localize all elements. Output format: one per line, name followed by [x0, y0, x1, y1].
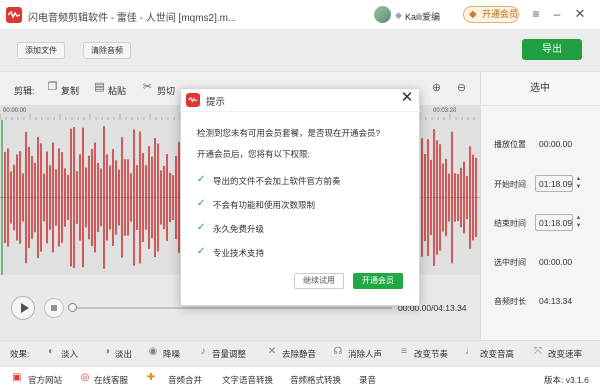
window-title: 闪电音频剪辑软件 - 雷佳 - 人世间 [mqms2].m...	[28, 13, 237, 24]
avatar[interactable]	[374, 6, 391, 23]
user-level-icon: ◆	[395, 10, 402, 20]
feature-item: 永久免费升级	[213, 224, 265, 234]
open-vip-button[interactable]: 开通会员	[353, 273, 403, 289]
dialog-logo-icon	[186, 93, 200, 107]
dialog-message: 检测到您未有可用会员套餐，是否现在开通会员?	[197, 128, 381, 138]
check-icon: ✓	[197, 198, 206, 209]
check-icon: ✓	[197, 246, 206, 257]
feature-item: 不会有功能和使用次数限制	[213, 200, 316, 210]
support-link[interactable]: 在线客服	[94, 374, 128, 386]
user-name[interactable]: Kaili爱编	[405, 10, 440, 23]
record-link[interactable]: 录音	[359, 374, 376, 386]
dialog-privileges-intro: 开通会员后，您将有以下权限:	[197, 149, 310, 159]
support-icon[interactable]: ◎	[79, 372, 91, 384]
check-icon: ✓	[197, 174, 206, 185]
check-icon: ✓	[197, 222, 206, 233]
website-icon[interactable]: ▣	[11, 372, 23, 384]
vip-button[interactable]: ◆ 开通会员	[463, 6, 519, 23]
tts-link[interactable]: 文字语音转换	[222, 374, 273, 386]
merge-link[interactable]: 音频合并	[168, 374, 202, 386]
continue-trial-button[interactable]: 继续试用	[294, 273, 344, 289]
merge-icon[interactable]: ✚	[145, 372, 157, 384]
app-logo-icon	[6, 7, 22, 23]
close-icon[interactable]: ✕	[400, 90, 414, 105]
menu-icon[interactable]: ≡	[528, 6, 544, 22]
diamond-icon: ◆	[469, 9, 477, 20]
minimize-icon[interactable]: –	[549, 6, 565, 22]
close-window-icon[interactable]: ✕	[572, 6, 588, 22]
version-label: 版本: v3.1.6	[544, 375, 589, 385]
dialog-title: 提示	[206, 97, 226, 108]
feature-item: 专业技术支持	[213, 248, 265, 258]
format-link[interactable]: 音频格式转换	[290, 374, 341, 386]
website-link[interactable]: 官方网站	[28, 374, 62, 386]
feature-item: 导出的文件不会加上软件官方前奏	[213, 176, 341, 186]
